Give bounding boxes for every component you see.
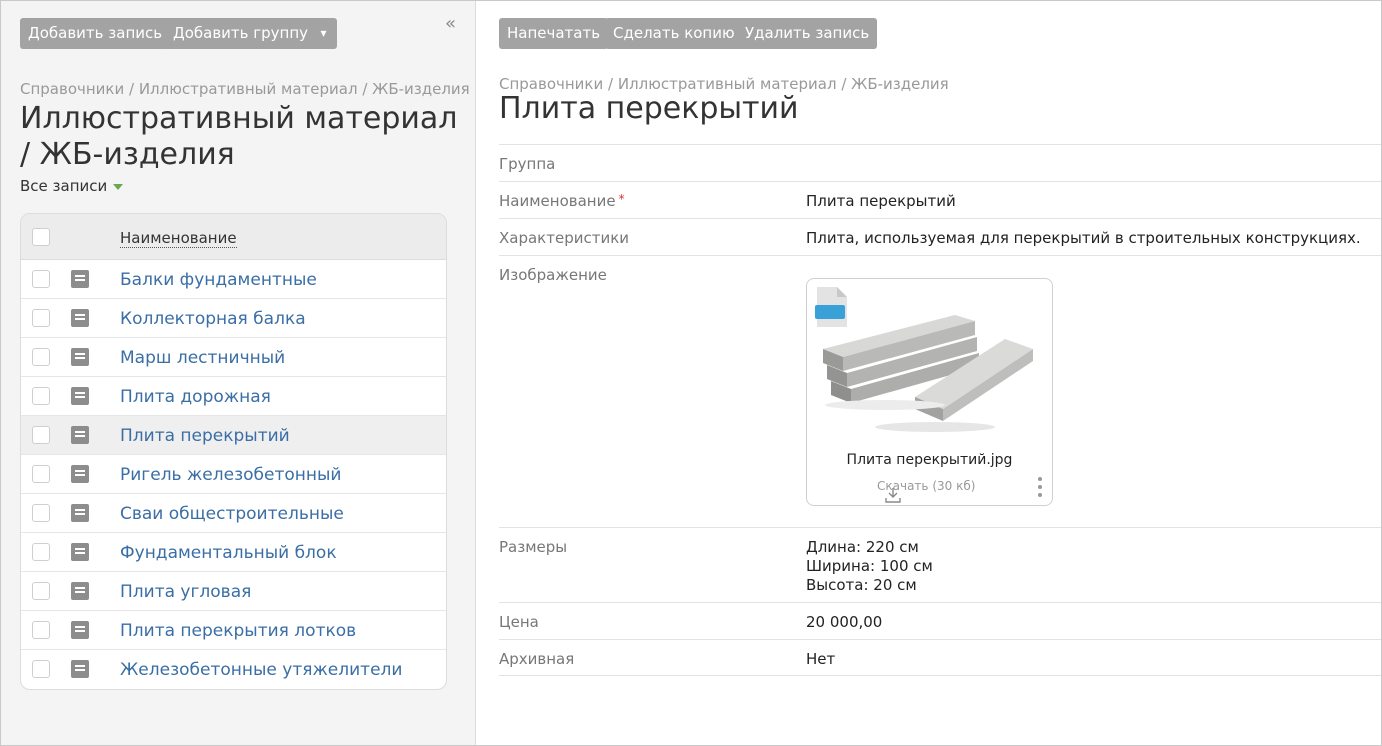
field-label-group: Группа: [499, 155, 556, 173]
attachment-file-name: Плита перекрытий.jpg: [846, 452, 1013, 468]
field-image: Изображение JPG Плита перекрытий.jpg Ска…: [499, 255, 1381, 527]
row-checkbox[interactable]: [32, 270, 50, 288]
dimension-width: Ширина: 100 см: [806, 557, 933, 575]
row-checkbox[interactable]: [32, 660, 50, 678]
download-icon: [885, 488, 901, 503]
row-checkbox[interactable]: [32, 582, 50, 600]
row-checkbox[interactable]: [32, 426, 50, 444]
record-icon: [71, 660, 89, 678]
field-label-image: Изображение: [499, 266, 607, 284]
chevron-down-icon: [113, 183, 124, 190]
field-characteristics: Характеристики Плита, используемая для п…: [499, 218, 1381, 255]
kebab-menu-icon[interactable]: [1037, 477, 1043, 499]
table-row[interactable]: Ригель железобетонный: [21, 455, 446, 494]
table-row[interactable]: Марш лестничный: [21, 338, 446, 377]
page-title: Иллюстративный материал / ЖБ-изделия: [20, 101, 458, 172]
row-checkbox[interactable]: [32, 621, 50, 639]
row-checkbox[interactable]: [32, 309, 50, 327]
row-name-link[interactable]: Плита перекрытия лотков: [120, 621, 356, 641]
row-checkbox[interactable]: [32, 387, 50, 405]
row-checkbox[interactable]: [32, 543, 50, 561]
row-name-link[interactable]: Плита угловая: [120, 582, 251, 602]
record-icon: [71, 465, 89, 483]
table-row[interactable]: Плита перекрытий: [21, 416, 446, 455]
table-row[interactable]: Плита дорожная: [21, 377, 446, 416]
column-header-name[interactable]: Наименование: [120, 230, 237, 248]
record-icon: [71, 621, 89, 639]
table-row[interactable]: Балки фундаментные: [21, 260, 446, 299]
row-name-link[interactable]: Фундаментальный блок: [120, 543, 337, 563]
field-value-name: Плита перекрытий: [806, 192, 956, 210]
row-name-link[interactable]: Балки фундаментные: [120, 270, 317, 290]
field-label-characteristics: Характеристики: [499, 229, 630, 247]
field-label-archive: Архивная: [499, 650, 575, 668]
list-pane: Добавить запись Добавить группу ▾ « Спра…: [1, 1, 476, 745]
row-name-link[interactable]: Железобетонные утяжелители: [120, 660, 402, 680]
field-value-dimensions: Длина: 220 см Ширина: 100 см Высота: 20 …: [806, 538, 933, 595]
row-name-link[interactable]: Коллекторная балка: [120, 309, 306, 329]
table-row[interactable]: Железобетонные утяжелители: [21, 650, 446, 689]
record-icon: [71, 504, 89, 522]
row-name-link[interactable]: Марш лестничный: [120, 348, 285, 368]
jpg-file-icon: [815, 287, 847, 327]
image-attachment-card[interactable]: JPG Плита перекрытий.jpg Скачать (30 кб): [806, 278, 1053, 506]
record-icon: [71, 426, 89, 444]
row-name-link[interactable]: Ригель железобетонный: [120, 465, 341, 485]
required-marker: *: [618, 192, 625, 206]
field-archive: Архивная Нет: [499, 639, 1381, 676]
field-label-dimensions: Размеры: [499, 538, 568, 556]
table-row[interactable]: Сваи общестроительные: [21, 494, 446, 533]
record-icon: [71, 543, 89, 561]
more-actions-dropdown-button[interactable]: ▾: [310, 18, 337, 49]
record-icon: [71, 582, 89, 600]
field-name: Наименование * Плита перекрытий: [499, 181, 1381, 218]
copy-record-button[interactable]: Сделать копию: [605, 18, 743, 49]
field-group: Группа: [499, 144, 1381, 181]
slab-image[interactable]: [815, 287, 1045, 437]
dimension-length: Длина: 220 см: [806, 538, 919, 556]
record-icon: [71, 348, 89, 366]
record-icon: [71, 270, 89, 288]
table-body: Балки фундаментные Коллекторная балка Марш…: [21, 260, 446, 689]
records-table: Наименование Балки фундаментные Коллектор…: [20, 213, 447, 690]
table-row[interactable]: Фундаментальный блок: [21, 533, 446, 572]
records-filter-dropdown[interactable]: Все записи: [20, 177, 124, 195]
field-price: Цена 20 000,00: [499, 602, 1381, 639]
breadcrumb[interactable]: Справочники / Иллюстративный материал / …: [20, 80, 470, 98]
add-group-button[interactable]: Добавить группу: [165, 18, 317, 49]
row-checkbox[interactable]: [32, 504, 50, 522]
filter-label: Все записи: [20, 177, 108, 195]
field-label-price: Цена: [499, 613, 539, 631]
row-name-link[interactable]: Сваи общестроительные: [120, 504, 344, 524]
row-name-link[interactable]: Плита дорожная: [120, 387, 271, 407]
file-type-label: JPG: [1035, 425, 1053, 435]
download-link[interactable]: Скачать (30 кб): [877, 479, 976, 503]
row-name-link[interactable]: Плита перекрытий: [120, 426, 290, 446]
field-value-price: 20 000,00: [806, 613, 883, 631]
record-icon: [71, 309, 89, 327]
delete-record-button[interactable]: Удалить запись: [737, 18, 878, 49]
select-all-checkbox[interactable]: [32, 228, 50, 246]
record-pane: Напечатать Сделать копию Удалить запись …: [477, 1, 1381, 745]
table-row[interactable]: Коллекторная балка: [21, 299, 446, 338]
print-button[interactable]: Напечатать: [499, 18, 609, 49]
row-checkbox[interactable]: [32, 348, 50, 366]
collapse-pane-icon[interactable]: «: [445, 13, 456, 34]
file-size: (30 кб): [932, 479, 976, 493]
table-header: Наименование: [21, 214, 446, 260]
field-value-characteristics: Плита, используемая для перекрытий в стр…: [806, 229, 1361, 247]
field-value-archive: Нет: [806, 650, 836, 668]
record-icon: [71, 387, 89, 405]
field-dimensions: Размеры Длина: 220 см Ширина: 100 см Выс…: [499, 527, 1381, 602]
row-checkbox[interactable]: [32, 465, 50, 483]
field-label-name: Наименование *: [499, 192, 625, 210]
table-row[interactable]: Плита перекрытия лотков: [21, 611, 446, 650]
table-row[interactable]: Плита угловая: [21, 572, 446, 611]
dimension-height: Высота: 20 см: [806, 576, 917, 594]
record-title: Плита перекрытий: [499, 91, 799, 126]
add-record-button[interactable]: Добавить запись: [20, 18, 171, 49]
